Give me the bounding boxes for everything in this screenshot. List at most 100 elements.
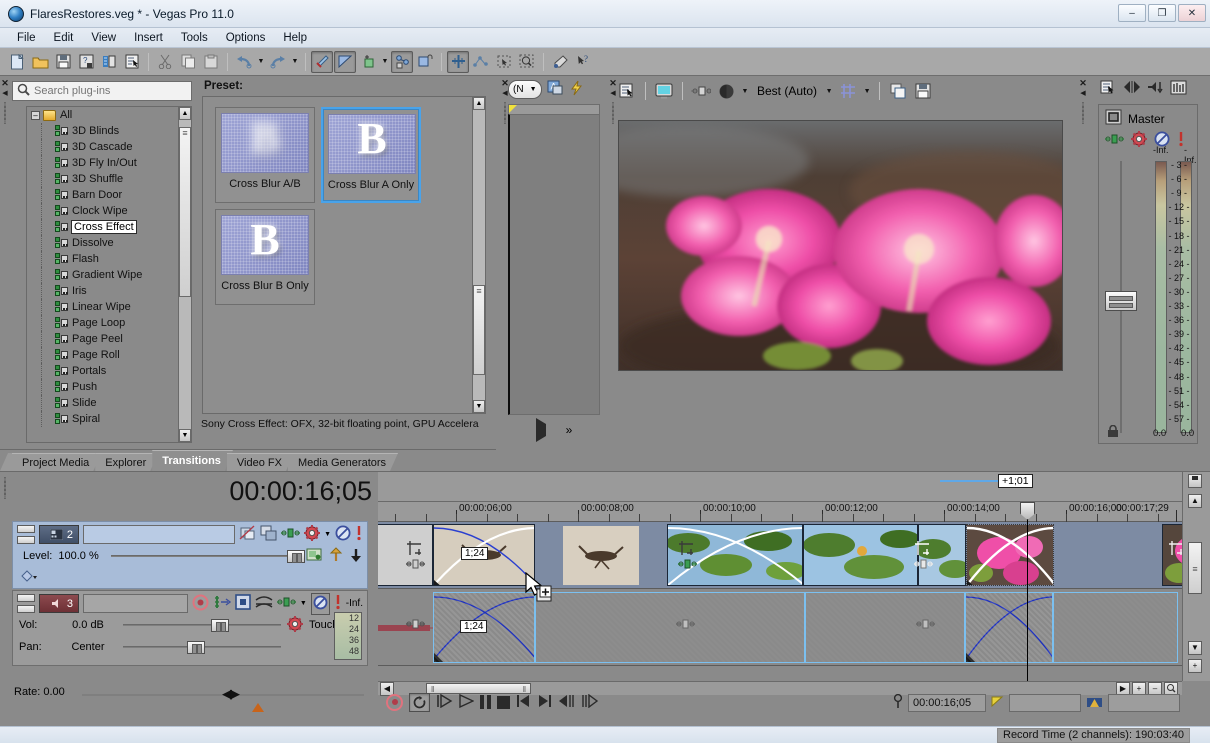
audio-event-1[interactable]: 1;24 [433, 592, 535, 663]
chevron-down-icon[interactable]: ▼ [530, 86, 537, 93]
envelope-keyframe-icon[interactable] [21, 570, 39, 585]
timeline-vscroll-thumb[interactable]: ≡ [1188, 542, 1202, 594]
rate-slider-knob[interactable]: ◀▶ [222, 686, 240, 702]
tab-media-generators[interactable]: Media Generators [288, 453, 398, 471]
input-device-icon[interactable] [1105, 133, 1124, 148]
preview-quality-dropdown-icon[interactable]: ▼ [740, 80, 750, 102]
preset-item-cross-blur-b-only[interactable]: B Cross Blur B Only [215, 209, 315, 305]
preview-on-external-monitor-icon[interactable] [653, 80, 675, 102]
timecode-display[interactable]: 00:00:16;05 [229, 476, 372, 507]
track-height-buttons[interactable] [17, 525, 35, 544]
event-audio-fx-icon[interactable] [916, 618, 935, 633]
menu-tools[interactable]: Tools [172, 30, 217, 46]
automation-settings-icon[interactable] [391, 50, 413, 73]
volume-slider[interactable] [123, 619, 281, 632]
video-track-lane[interactable]: 1;24 [378, 522, 1182, 589]
plugin-item-3d-blinds[interactable]: 3D Blinds [27, 123, 191, 139]
play-icon[interactable] [459, 693, 475, 711]
plugin-tree[interactable]: – All 3D Blinds 3D Cascade 3D Fly In/Out 3D… [26, 106, 192, 443]
time-ruler[interactable]: 00:00:06;00 00:00:08;00 00:00:10;00 00:00:1… [378, 502, 1182, 522]
preset-item-cross-blur-a-only[interactable]: B Cross Blur A Only [321, 107, 421, 203]
event-fx-icon[interactable] [406, 558, 425, 573]
plugin-item-page-roll[interactable]: Page Roll [27, 347, 191, 363]
grid-overlay-icon[interactable] [837, 80, 859, 102]
collapse-icon[interactable]: ◀ [1080, 89, 1085, 98]
trimmer-fx-icon[interactable] [569, 80, 584, 99]
selection-length-field[interactable] [1108, 694, 1180, 712]
menu-file[interactable]: File [8, 30, 45, 46]
lock-icon[interactable] [1107, 424, 1119, 441]
scroll-down-icon[interactable]: ▼ [1188, 641, 1202, 655]
collapse-icon[interactable]: ◀ [610, 89, 615, 98]
more-icon[interactable]: » [566, 423, 573, 437]
plugin-item-iris[interactable]: Iris [27, 283, 191, 299]
enable-snapping-icon[interactable] [311, 50, 333, 73]
undo-dropdown-icon[interactable]: ▼ [256, 51, 266, 73]
save-snapshot-to-file-icon[interactable] [912, 80, 934, 102]
project-video-properties-icon[interactable] [616, 80, 638, 102]
drag-handle[interactable]: ⁞ ⁞ ⁞ ⁞ ⁞ [4, 102, 6, 126]
scroll-down-icon[interactable]: ▼ [473, 400, 485, 413]
redo-icon[interactable] [267, 51, 289, 73]
mute-icon[interactable] [335, 525, 351, 544]
meters-icon[interactable] [1170, 80, 1187, 99]
redo-dropdown-icon[interactable]: ▼ [290, 51, 300, 73]
solo-icon[interactable] [334, 594, 342, 613]
menu-insert[interactable]: Insert [125, 30, 172, 46]
plugin-item-linear-wipe[interactable]: Linear Wipe [27, 299, 191, 315]
tab-explorer[interactable]: Explorer [95, 453, 158, 471]
audio-track-lane[interactable]: 1;24 [378, 590, 1182, 666]
loop-playback-icon[interactable] [409, 692, 430, 712]
event-audio-fx-icon[interactable] [406, 618, 425, 633]
level-slider-knob[interactable] [286, 550, 305, 563]
compositing-mode-icon[interactable] [260, 525, 277, 544]
plugin-item-3d-cascade[interactable]: 3D Cascade [27, 139, 191, 155]
input-monitor-icon[interactable] [213, 594, 231, 613]
master-fader[interactable] [1105, 161, 1137, 433]
master-grip[interactable]: ✕ ◀ ⁞ ⁞ ⁞ ⁞ ⁞ [1078, 76, 1088, 449]
audio-event-2[interactable] [535, 592, 805, 663]
video-event-8[interactable] [1054, 524, 1162, 586]
video-event-5[interactable] [803, 524, 918, 586]
drag-handle[interactable]: ⁞ ⁞ ⁞ ⁞ ⁞ [612, 102, 614, 126]
copy-snapshot-to-clipboard-icon[interactable] [887, 80, 909, 102]
envelope-edit-tool-icon[interactable] [470, 51, 492, 73]
marker-bar[interactable]: +1;01 [378, 472, 1182, 502]
go-to-start-icon[interactable] [516, 694, 531, 711]
scroll-thumb[interactable] [473, 285, 485, 375]
track-number-video[interactable]: 2 [39, 525, 79, 544]
normal-edit-tool-icon[interactable] [447, 50, 469, 73]
close-icon[interactable]: ✕ [1, 79, 9, 88]
selection-edit-tool-icon[interactable] [493, 51, 515, 73]
video-event-2[interactable]: 1;24 [433, 524, 535, 586]
collapse-icon[interactable]: ◀ [2, 89, 7, 98]
plugin-item-gradient-wipe[interactable]: Gradient Wipe [27, 267, 191, 283]
parent-composite-icon[interactable] [306, 547, 323, 565]
tab-transitions[interactable]: Transitions [152, 450, 233, 471]
scroll-up-icon[interactable]: ▲ [179, 107, 191, 120]
track-list-grip[interactable]: ⁞ ⁞ ⁞ ⁞ ⁞ [0, 472, 10, 731]
track-header-audio-3[interactable]: 3 ▼ -Inf. Vol: 0.0 dB Touch Pan: Center … [12, 590, 368, 666]
track-fx-icon[interactable] [235, 594, 251, 613]
menu-view[interactable]: View [82, 30, 125, 46]
plugin-item-page-loop[interactable]: Page Loop [27, 315, 191, 331]
plugin-item-barn-door[interactable]: Barn Door [27, 187, 191, 203]
track-meter-audio[interactable]: 12 24 36 48 [334, 612, 362, 660]
make-compositing-parent-icon[interactable] [349, 547, 363, 566]
panel-grip[interactable]: ✕ ◀ ⁞ ⁞ ⁞ ⁞ ⁞ [0, 76, 10, 449]
mute-icon[interactable] [310, 592, 330, 615]
zoom-edit-tool-icon[interactable] [516, 51, 538, 73]
plugin-tree-scrollbar[interactable]: ▲ ▼ [178, 107, 191, 442]
plugin-item-3d-shuffle[interactable]: 3D Shuffle [27, 171, 191, 187]
plugin-item-cross-effect[interactable]: Cross Effect [27, 219, 191, 235]
split-screen-view-icon[interactable] [690, 80, 712, 102]
play-from-start-icon[interactable] [436, 693, 453, 711]
scroll-thumb[interactable] [179, 127, 191, 297]
preset-scrollbar[interactable]: ▲ ▼ [472, 97, 485, 413]
close-button[interactable]: ✕ [1178, 4, 1206, 22]
menu-options[interactable]: Options [217, 30, 275, 46]
timeline-vertical-controls[interactable]: ▲ ≡ ▼ + [1182, 472, 1210, 681]
plugin-item-spiral[interactable]: Spiral [27, 411, 191, 427]
zoom-in-vertical-icon[interactable]: + [1188, 659, 1202, 673]
audio-event-5[interactable] [1053, 592, 1178, 663]
